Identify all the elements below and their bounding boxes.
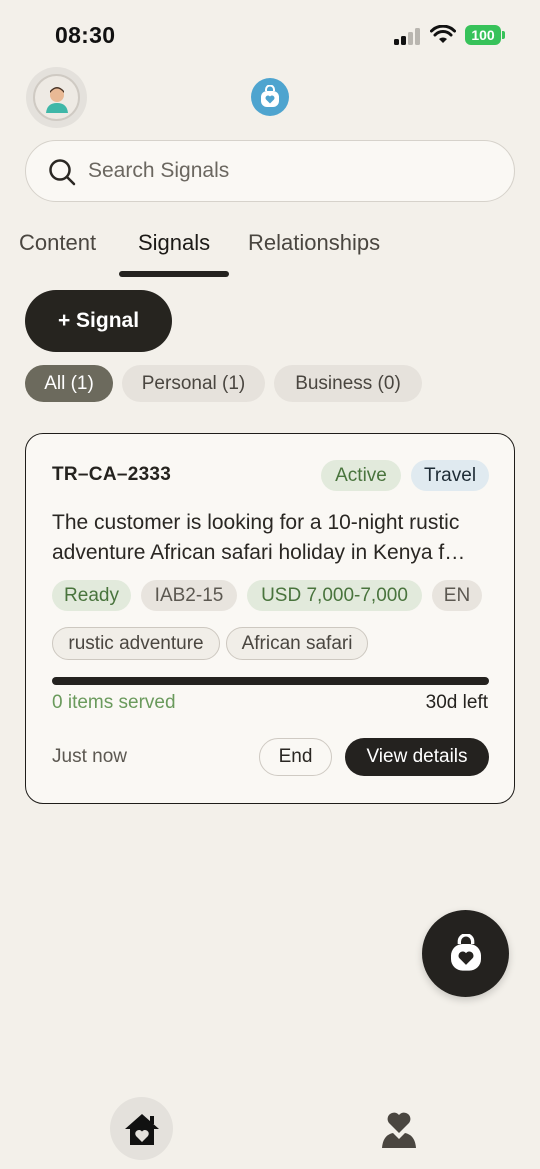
time-progress-bar	[52, 677, 489, 685]
heart-bag-icon	[450, 933, 481, 971]
signal-id: TR–CA–2333	[52, 464, 172, 485]
wifi-icon	[430, 25, 456, 43]
active-tab-indicator	[119, 271, 229, 277]
add-signal-button[interactable]: + Signal	[25, 290, 172, 352]
keyword-tag: African safari	[226, 627, 368, 660]
status-time: 08:30	[55, 22, 116, 48]
view-details-button[interactable]: View details	[345, 738, 489, 776]
signal-card[interactable]: TR–CA–2333 Active Travel The customer is…	[25, 433, 515, 804]
end-button[interactable]: End	[259, 738, 332, 776]
nav-profile-button[interactable]	[373, 1104, 425, 1154]
budget-pill: USD 7,000-7,000	[247, 580, 422, 611]
search-input[interactable]	[88, 141, 488, 200]
status-badge: Active	[321, 460, 401, 491]
time-remaining: 30d left	[425, 692, 488, 713]
created-time: Just now	[52, 746, 127, 767]
status-bar: 08:30 100	[0, 0, 540, 70]
avatar-button[interactable]	[26, 67, 87, 128]
tab-content[interactable]: Content	[19, 230, 96, 256]
battery-tip	[502, 31, 505, 39]
search-icon	[49, 159, 76, 186]
tab-relationships[interactable]: Relationships	[248, 230, 380, 256]
keyword-tag: rustic adventure	[52, 627, 220, 660]
profile-heart-icon	[382, 1112, 416, 1148]
heart-bag-icon	[251, 78, 289, 116]
iab-category-pill: IAB2-15	[141, 580, 237, 611]
home-heart-icon	[124, 1113, 159, 1145]
items-served: 0 items served	[52, 692, 176, 713]
filter-business[interactable]: Business (0)	[274, 365, 422, 402]
nav-home-button[interactable]	[110, 1097, 173, 1160]
search-bar[interactable]	[25, 140, 515, 202]
language-pill: EN	[432, 580, 482, 611]
readiness-pill: Ready	[52, 580, 131, 611]
avatar-icon	[33, 74, 80, 121]
filter-personal[interactable]: Personal (1)	[122, 365, 265, 402]
fab-button[interactable]	[422, 910, 509, 997]
category-badge: Travel	[411, 460, 489, 491]
signal-description: The customer is looking for a 10-night r…	[52, 511, 466, 564]
tab-signals[interactable]: Signals	[138, 230, 210, 256]
battery-indicator: 100	[465, 25, 501, 45]
cellular-signal-icon	[394, 27, 422, 45]
filter-all[interactable]: All (1)	[25, 365, 113, 402]
